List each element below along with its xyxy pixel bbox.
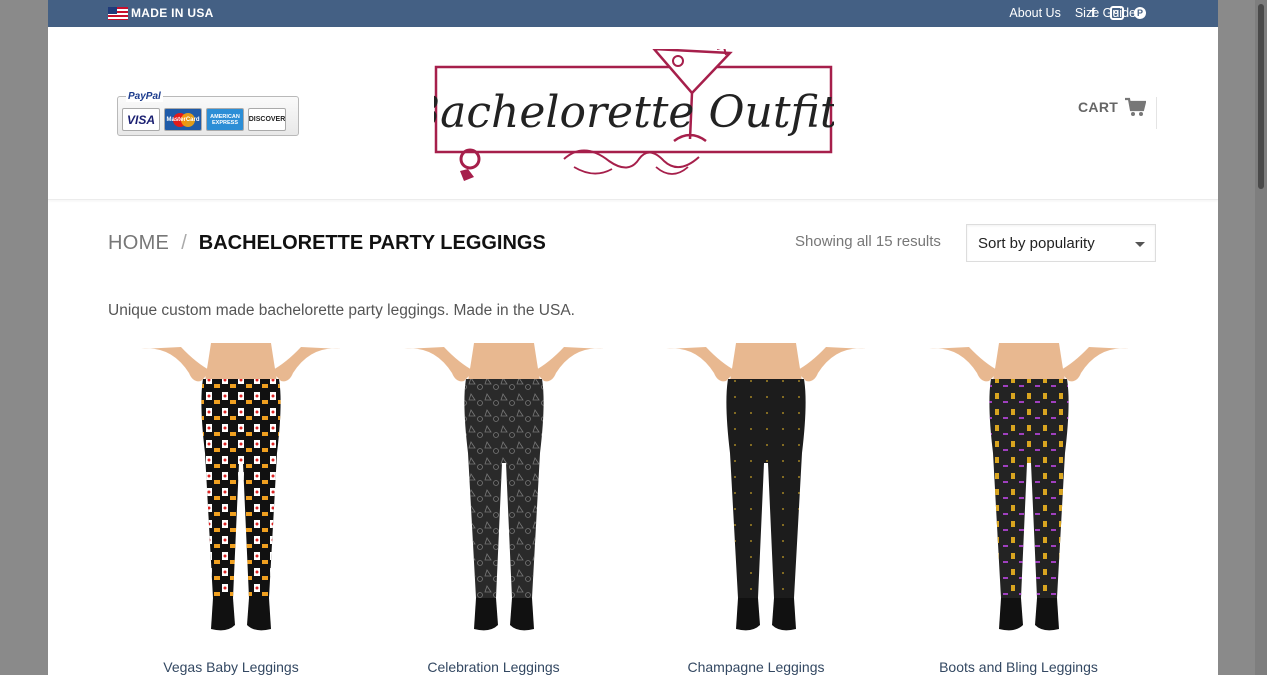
header-divider [1156,97,1157,129]
site-header: PayPal VISA MasterCard AMERICAN EXPRESS … [48,27,1218,200]
instagram-icon[interactable] [1110,5,1124,20]
arm [666,347,736,382]
product-title[interactable]: Vegas Baby Leggings [108,659,354,675]
sort-selected-value: Sort by popularity [978,235,1095,252]
mastercard-icon: MasterCard [164,108,202,131]
shoe [473,598,498,631]
breadcrumb: HOME / BACHELORETTE PARTY LEGGINGS [108,232,546,255]
scrollbar[interactable] [1255,0,1267,675]
leggings-pattern [988,379,1069,598]
product-image[interactable] [403,343,604,633]
visa-card-icon: VISA [122,108,160,131]
scrollbar-thumb[interactable] [1258,4,1264,189]
shoe [1034,598,1059,631]
arm [141,347,211,382]
results-count: Showing all 15 results [795,233,941,250]
torso [992,343,1065,381]
logo-text: Bachelorette Outfits [434,87,834,138]
shoe [509,598,534,631]
paypal-label: PayPal [126,91,163,102]
product-title[interactable]: Champagne Leggings [633,659,879,675]
product-grid: Vegas Baby Leggings Celebration Leggings… [108,343,1158,675]
facebook-icon[interactable]: f [1086,5,1100,20]
made-in-usa-label: MADE IN USA [131,6,214,20]
category-description: Unique custom made bachelorette party le… [108,302,575,319]
shoe [247,598,271,631]
page-title: BACHELORETTE PARTY LEGGINGS [198,232,546,254]
shoe [211,598,235,631]
amex-card-icon: AMERICAN EXPRESS [206,108,244,131]
arm [403,347,474,382]
breadcrumb-separator: / [181,232,187,254]
paypal-badge: PayPal VISA MasterCard AMERICAN EXPRESS … [117,91,299,136]
torso [730,343,802,381]
chevron-down-icon [1135,242,1145,247]
product-card[interactable]: Boots and Bling Leggings [896,343,1159,675]
product-card[interactable]: Vegas Baby Leggings [108,343,371,675]
leggings-pattern [201,379,281,598]
arm [928,347,999,382]
made-in-usa: MADE IN USA [108,6,214,20]
cart-link[interactable]: CART [1078,97,1147,117]
discover-card-icon: DISCOVER [248,108,286,131]
arm [1058,347,1129,382]
shoe [736,598,760,631]
torso [467,343,540,381]
product-image[interactable] [666,343,866,633]
shoe [772,598,796,631]
sort-select[interactable]: Sort by popularity [966,224,1156,262]
social-links: f P [1086,5,1146,20]
cart-label: CART [1078,99,1119,115]
product-title[interactable]: Celebration Leggings [371,659,617,675]
shoe [998,598,1023,631]
page: MADE IN USA About Us Size Guide f P PayP… [48,0,1218,675]
leggings-pattern [463,379,544,598]
arm [533,347,604,382]
product-card[interactable]: Celebration Leggings [371,343,634,675]
arm [796,347,866,382]
breadcrumb-home[interactable]: HOME [108,232,169,255]
product-title[interactable]: Boots and Bling Leggings [896,659,1142,675]
product-image[interactable] [928,343,1129,633]
product-image[interactable] [141,343,341,633]
product-card[interactable]: Champagne Leggings [633,343,896,675]
torso [205,343,277,381]
arm [271,347,341,382]
cart-icon [1125,97,1147,116]
pinterest-icon[interactable]: P [1134,6,1146,19]
about-us-link[interactable]: About Us [1009,6,1060,20]
us-flag-icon [108,6,128,20]
top-bar: MADE IN USA About Us Size Guide f P [48,0,1218,27]
site-logo[interactable]: Bachelorette Outfits [434,49,834,189]
leggings-pattern [726,379,806,598]
